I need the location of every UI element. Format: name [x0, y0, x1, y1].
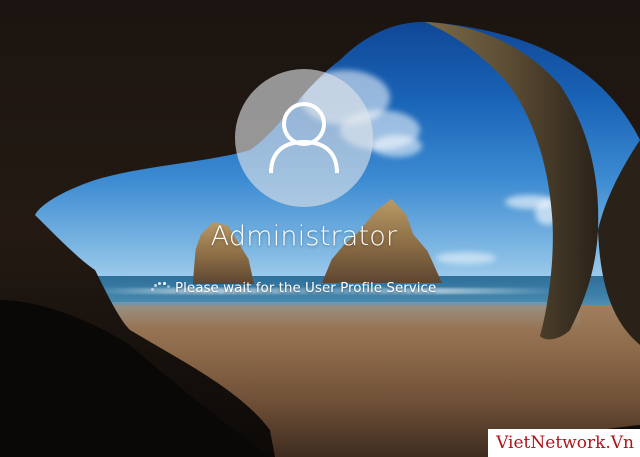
- username-label: Administrator: [210, 221, 398, 252]
- watermark: VietNetwork.Vn: [488, 429, 640, 457]
- loading-dots-icon: [148, 280, 170, 296]
- status-text: Please wait for the User Profile Service: [175, 280, 437, 296]
- lock-screen: Administrator Please wait for the User P…: [0, 0, 640, 457]
- status-message: Please wait for the User Profile Service: [148, 277, 436, 299]
- user-avatar: [235, 69, 373, 207]
- user-silhouette-icon: [269, 102, 339, 174]
